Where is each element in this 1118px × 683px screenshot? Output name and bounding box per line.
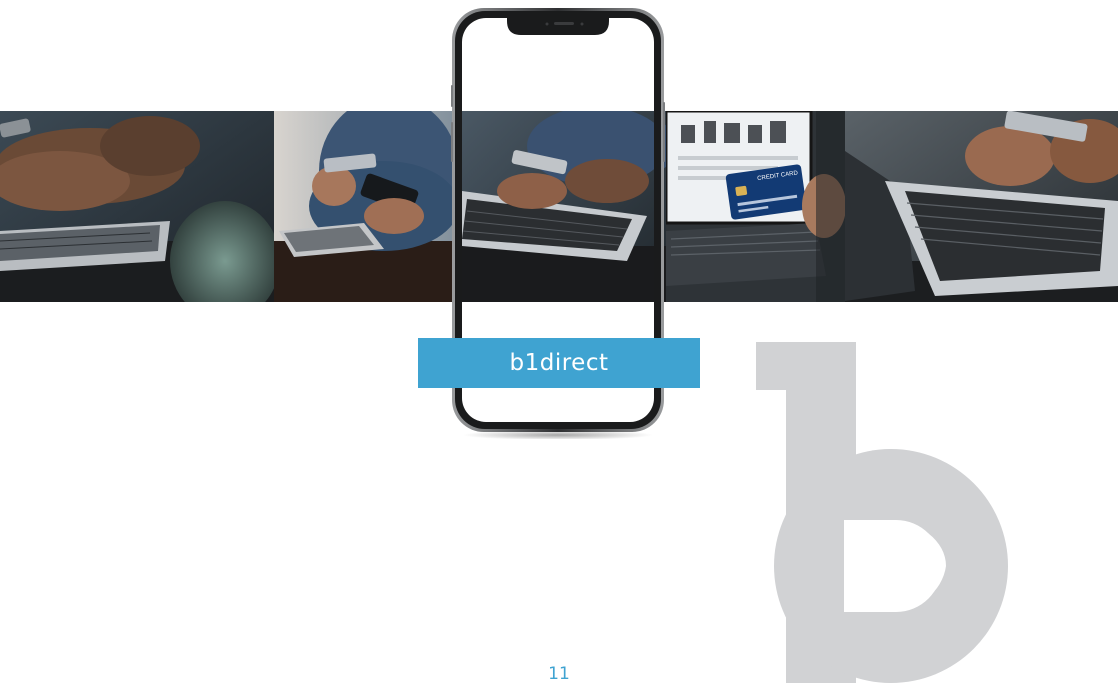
photo-credit-card-shop: CREDIT CARD xyxy=(666,111,845,302)
photo-hands-laptop xyxy=(0,111,274,302)
photo-phone-card xyxy=(274,111,466,302)
brochure-page: CREDIT CARD b1direct 11 xyxy=(0,0,1118,683)
page-number: 11 xyxy=(548,664,570,683)
brand-logo-mark xyxy=(756,342,1008,683)
phone-screen-photo xyxy=(462,111,654,302)
photo-laptop-keyboard xyxy=(845,111,1118,302)
brand-name-banner: b1direct xyxy=(418,338,700,388)
